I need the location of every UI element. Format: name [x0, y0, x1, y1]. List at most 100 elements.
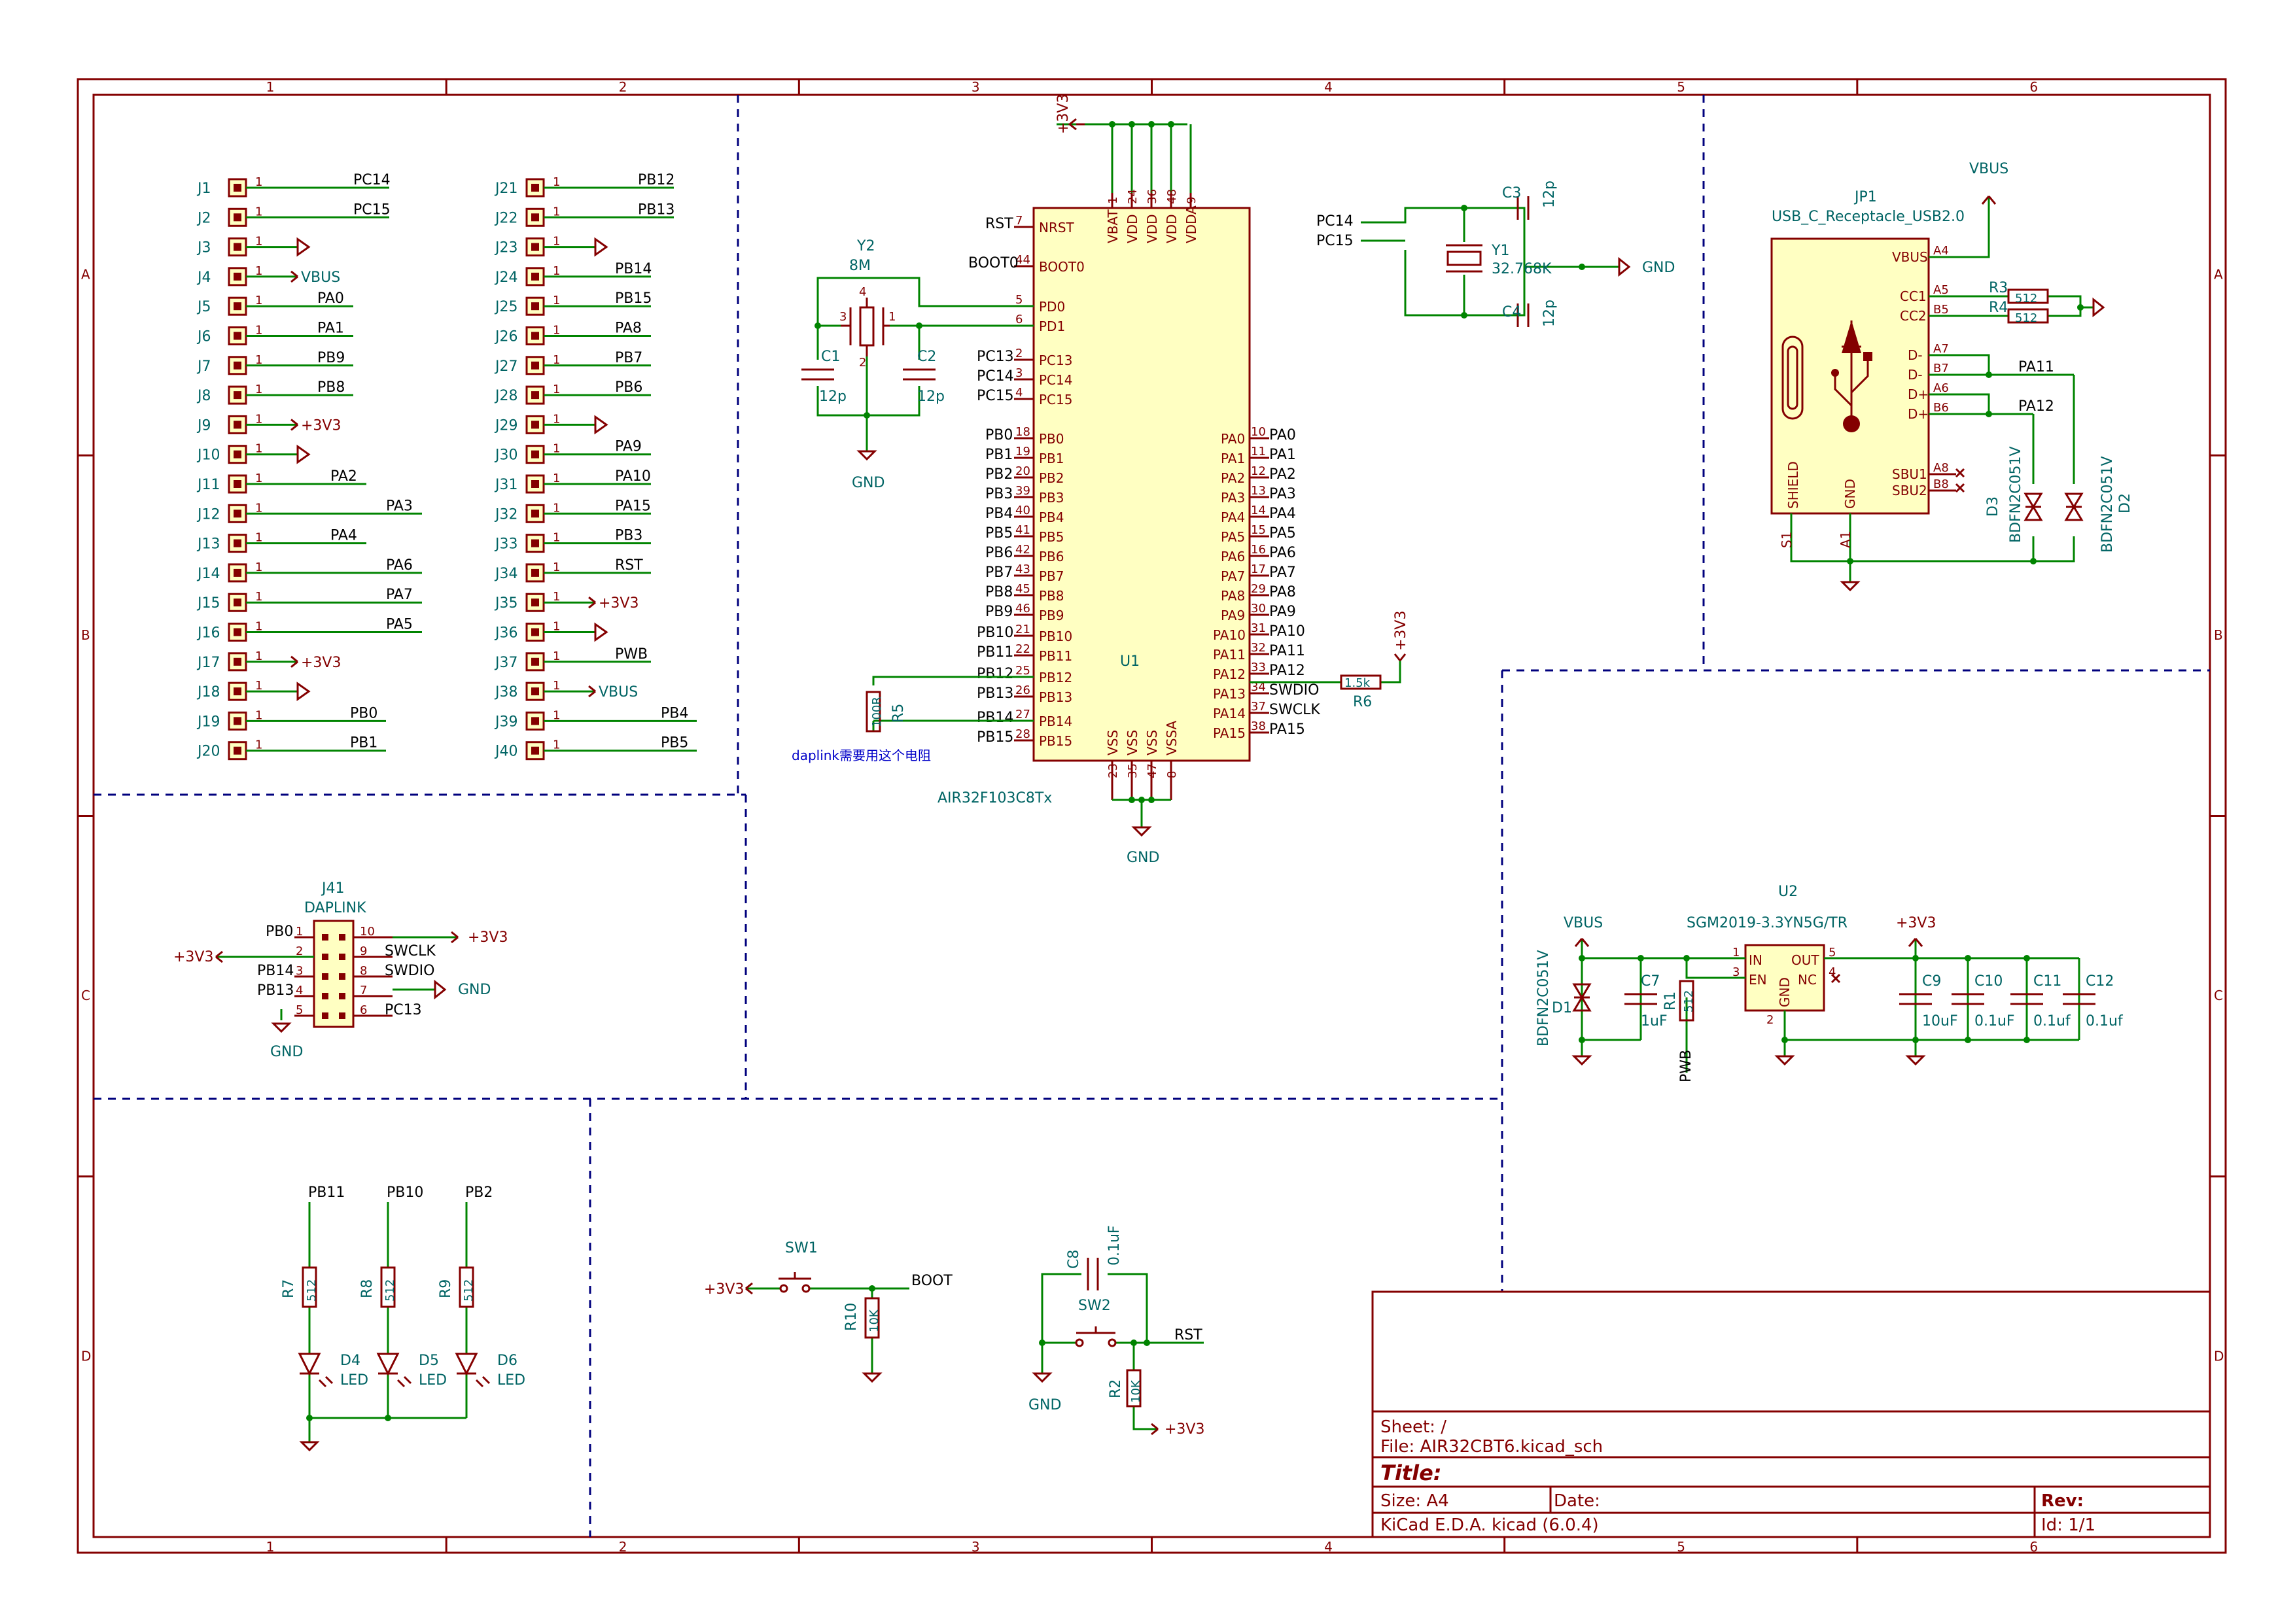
- pin-header-j6: J6 1 PA1: [196, 320, 353, 345]
- svg-text:S1: S1: [1779, 532, 1795, 548]
- net-label: PC13: [977, 349, 1014, 365]
- pin-number: 33: [1251, 661, 1266, 674]
- svg-text:NC: NC: [1798, 972, 1817, 988]
- svg-text:RST: RST: [1174, 1327, 1202, 1343]
- pin-header-j32: J32 1 PA15: [494, 498, 651, 523]
- pin-name: BOOT0: [1039, 259, 1085, 275]
- pin-name: VDDA: [1183, 205, 1199, 243]
- pin-header-j20: J20 1 PB1: [196, 735, 386, 761]
- pin-header-j33: J33 1 PB3: [494, 528, 651, 553]
- boot-switch-sw1: SW1 +3V3 BOOT 10K R10: [704, 1240, 953, 1383]
- id-label: Id: 1/1: [2041, 1515, 2095, 1535]
- net-label: PB4: [661, 705, 688, 721]
- net-label: PA8: [615, 320, 642, 337]
- svg-text:1.5k: 1.5k: [1344, 676, 1371, 690]
- pin-number: 46: [1015, 602, 1030, 615]
- svg-text:VBUS: VBUS: [1564, 915, 1603, 931]
- svg-text:D1: D1: [1552, 1000, 1572, 1016]
- pin-name: VBUS: [1892, 249, 1928, 265]
- net-label: PA15: [1269, 721, 1305, 738]
- net-label: SWCLK: [1269, 702, 1320, 718]
- header-ref: J5: [196, 299, 211, 315]
- header-ref: J2: [196, 210, 211, 226]
- svg-text:D2: D2: [2117, 493, 2133, 513]
- header-ref: J37: [494, 655, 517, 671]
- cap-ref: C12: [2086, 973, 2114, 990]
- pin-name: PA4: [1221, 510, 1245, 525]
- pin-header-j16: J16 1 PA5: [196, 617, 422, 642]
- pin-name: D-: [1908, 367, 1923, 383]
- pin-header-j35: J35 1 +3V3: [494, 590, 639, 612]
- header-ref: J20: [196, 744, 220, 760]
- net-label: PB10: [387, 1184, 423, 1201]
- pin-name: PB13: [1039, 689, 1072, 705]
- reset-switch-sw2: SW2 C8 0.1uF RST 10K R2 +3V3 GND: [1028, 1225, 1204, 1438]
- pin-header-j11: J11 1 PA2: [196, 468, 366, 494]
- net-label: PA10: [1269, 623, 1305, 640]
- pin-name: PB5: [1039, 529, 1064, 545]
- svg-text:GND: GND: [1842, 479, 1858, 509]
- size-label: Size: A4: [1380, 1491, 1449, 1511]
- pin-header-j31: J31 1 PA10: [494, 468, 651, 494]
- net-label: PA7: [386, 587, 413, 603]
- net-label: PB12: [977, 666, 1013, 682]
- svg-text:R10: R10: [843, 1303, 860, 1331]
- svg-text:R1: R1: [1662, 992, 1679, 1011]
- pin-number: 15: [1251, 523, 1266, 537]
- pin-number: 29: [1251, 582, 1266, 596]
- svg-text:C3: C3: [1502, 185, 1521, 201]
- frame-col-label: 5: [1677, 1539, 1685, 1555]
- pin-header-column-right: J21 1 PB12 J22 1 PB13 J23 1 J24 1 PB14 J25 1 PB15 J26 1…: [494, 172, 697, 761]
- pin-name: VSS: [1125, 730, 1140, 755]
- pin-name: PA6: [1221, 549, 1245, 564]
- net-label: PA10: [615, 468, 651, 485]
- net-label: PB2: [985, 466, 1013, 483]
- net-label: PB13: [638, 201, 674, 218]
- net-label: PC15: [977, 388, 1014, 404]
- pin-number: 32: [1251, 641, 1266, 655]
- pin-header-column-left: J1 1 PC14J2 1 PC15J3 1J4 1 VBUSJ5 1 PA0J6 1 PA1J7 1 P…: [196, 172, 422, 761]
- net-label: PB11: [308, 1184, 345, 1201]
- pin-number: 23: [1106, 763, 1120, 778]
- pin-name: PB1: [1039, 451, 1064, 466]
- svg-text:Y2: Y2: [856, 238, 875, 254]
- net-label: SWDIO: [1269, 682, 1319, 699]
- svg-text:12p: 12p: [917, 389, 945, 405]
- svg-text:R4: R4: [1989, 300, 2008, 316]
- pin-number: 14: [1251, 504, 1266, 517]
- pin-number: 10: [1251, 425, 1266, 439]
- pin-name: PB12: [1039, 670, 1072, 685]
- svg-text:512: 512: [2015, 292, 2037, 305]
- svg-text:PA12: PA12: [2018, 398, 2054, 415]
- header-ref: J32: [494, 506, 517, 523]
- pin-number: 38: [1251, 719, 1266, 733]
- pin-header-j9: J9 1 +3V3: [196, 412, 341, 434]
- pin-name: CC1: [1900, 288, 1927, 304]
- pin-name: PA11: [1213, 647, 1246, 663]
- net-label: PA5: [386, 617, 413, 633]
- net-label: PB13: [977, 685, 1013, 702]
- mcu-u1: U1 AIR32F103C8Tx 1VBAT24VDD36VDD48VDD9VD…: [937, 94, 1320, 866]
- net-label: PB13: [257, 982, 294, 999]
- pin-number: B8: [1933, 477, 1949, 491]
- resistor-ref: R7: [281, 1279, 297, 1298]
- header-ref: J28: [494, 388, 517, 404]
- pin-header-j8: J8 1 PB8: [196, 379, 353, 405]
- net-label: PA1: [1269, 447, 1296, 463]
- pin-number: 6: [360, 1003, 367, 1017]
- svg-text:C4: C4: [1502, 304, 1521, 320]
- power-label: VBUS: [301, 269, 340, 286]
- net-label: PA2: [1269, 466, 1296, 483]
- svg-text:GND: GND: [270, 1044, 303, 1060]
- svg-text:R3: R3: [1989, 280, 2008, 296]
- tool-label: KiCad E.D.A. kicad (6.0.4): [1380, 1515, 1599, 1535]
- resistor-ref: R8: [359, 1279, 376, 1298]
- svg-text:C8: C8: [1066, 1250, 1082, 1269]
- pin-name: D+: [1908, 387, 1929, 402]
- net-label: PB2: [465, 1184, 493, 1201]
- pin-header-j7: J7 1 PB9: [196, 350, 353, 375]
- pin-name: PB2: [1039, 470, 1064, 486]
- header-ref: J30: [494, 447, 517, 464]
- net-label: PB10: [977, 625, 1013, 641]
- schematic-sheet: 112233445566A AB BC CD D J1 1 PC14J2 1 PC15J3 1J4…: [77, 78, 2227, 1555]
